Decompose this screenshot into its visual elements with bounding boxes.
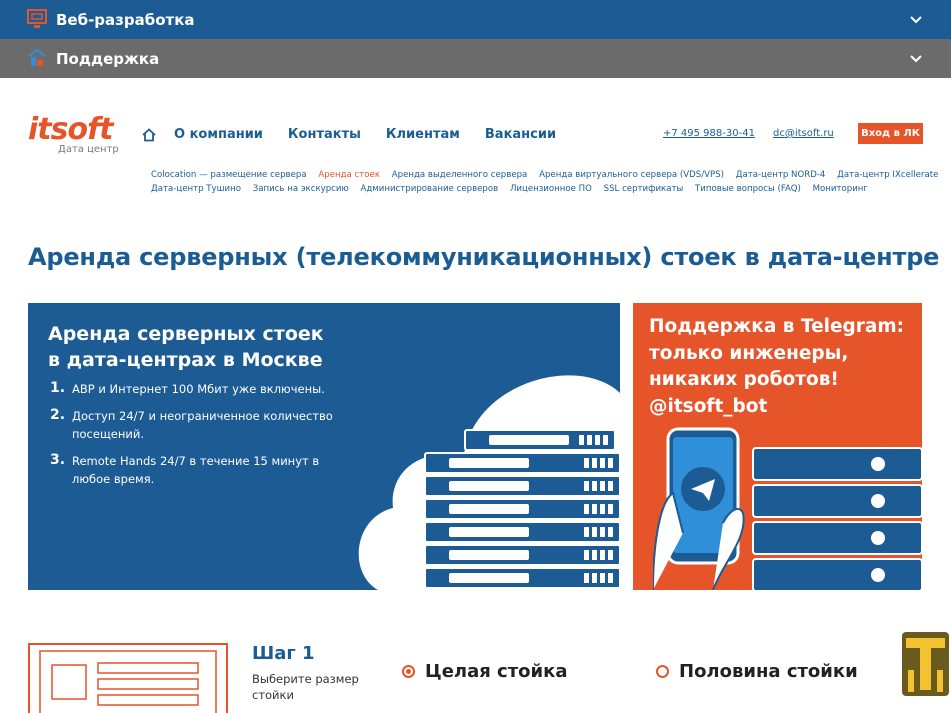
support-icon — [28, 48, 46, 66]
server-led — [608, 458, 613, 468]
server-drive-bay — [449, 573, 529, 583]
server-led — [584, 527, 589, 537]
subnav-monitoring[interactable]: Мониторинг — [813, 184, 868, 194]
subnav-tour[interactable]: Запись на экскурсию — [253, 184, 349, 194]
promo-heading: Аренда серверных стоек в дата-центрах в … — [48, 323, 324, 371]
server-led — [608, 504, 613, 514]
phone-link[interactable]: +7 495 988-30-41 — [663, 128, 755, 139]
chevron-down-icon[interactable] — [908, 51, 924, 67]
nav-contacts[interactable]: Контакты — [288, 127, 361, 142]
server-drive-bay — [449, 550, 529, 560]
phone-illustration — [653, 427, 922, 590]
server-led — [608, 527, 613, 537]
server-led — [600, 458, 605, 468]
server-led — [584, 550, 589, 560]
server-led — [600, 481, 605, 491]
logo-subtitle: Дата центр — [58, 144, 119, 155]
server-led — [587, 435, 592, 445]
cloud-server-illustration — [358, 375, 620, 590]
support-bar[interactable]: Поддержка — [0, 39, 951, 78]
server-drive-bay — [489, 435, 569, 445]
server-drive-bay — [449, 504, 529, 514]
telegram-banner[interactable]: Поддержка в Telegram: только инженеры, н… — [633, 303, 922, 590]
server-led — [584, 504, 589, 514]
subnav-dedicated[interactable]: Аренда выделенного сервера — [392, 170, 528, 180]
promo-list: 1. АВР и Интернет 100 Мбит уже включены. … — [50, 380, 340, 497]
list-item: 3. Remote Hands 24/7 в течение 15 минут в… — [50, 452, 320, 486]
web-dev-label: Веб-разработка — [56, 10, 195, 29]
page-title: Аренда серверных (телекоммуникационных) … — [28, 243, 940, 271]
server-led — [600, 527, 605, 537]
nav-vacancies[interactable]: Вакансии — [485, 127, 556, 142]
subnav-admin[interactable]: Администрирование серверов — [360, 184, 498, 194]
subnav-tushino[interactable]: Дата-центр Тушино — [151, 184, 241, 194]
server-led — [592, 458, 597, 468]
nav-about[interactable]: О компании — [174, 127, 263, 142]
whtop-watermark-logo — [902, 632, 949, 696]
server-led — [584, 458, 589, 468]
rack-outline-illustration — [28, 643, 228, 713]
subnav-row-2: Дата-центр Тушино Запись на экскурсию Ад… — [151, 184, 877, 194]
server-led — [608, 573, 613, 583]
subnav-faq[interactable]: Типовые вопросы (FAQ) — [695, 184, 801, 194]
server-led — [595, 435, 600, 445]
radio-button-selected[interactable] — [402, 665, 415, 678]
chevron-down-icon[interactable] — [908, 12, 924, 28]
server-led — [592, 527, 597, 537]
rack-promo-banner[interactable]: Аренда серверных стоек в дата-центрах в … — [28, 303, 620, 590]
list-item: 1. АВР и Интернет 100 Мбит уже включены. — [50, 380, 325, 396]
server-led — [592, 481, 597, 491]
list-item: 2. Доступ 24/7 и неограниченное количеств… — [50, 407, 333, 441]
email-link[interactable]: dc@itsoft.ru — [773, 128, 834, 139]
telegram-heading: Поддержка в Telegram: только инженеры, н… — [649, 316, 905, 417]
subnav-rack-rental[interactable]: Аренда стоек — [318, 170, 380, 180]
subnav-colocation[interactable]: Colocation — размещение сервера — [151, 170, 307, 180]
subnav-ixcellerate[interactable]: Дата-центр IXcellerate — [837, 170, 938, 180]
server-led — [584, 481, 589, 491]
subnav-ssl[interactable]: SSL сертификаты — [604, 184, 684, 194]
server-led — [608, 481, 613, 491]
nav-clients[interactable]: Клиентам — [386, 127, 460, 142]
login-button[interactable]: Вход в ЛК — [858, 123, 923, 144]
server-led — [600, 550, 605, 560]
server-drive-bay — [449, 527, 529, 537]
logo-text: itsoft — [28, 112, 113, 147]
support-label: Поддержка — [56, 49, 160, 68]
server-drive-bay — [449, 458, 529, 468]
subnav-nord4[interactable]: Дата-центр NORD-4 — [736, 170, 826, 180]
monitor-icon — [27, 9, 47, 28]
radio-button[interactable] — [656, 665, 669, 678]
server-led — [600, 573, 605, 583]
subnav-license[interactable]: Лицензионное ПО — [510, 184, 592, 194]
server-led — [592, 573, 597, 583]
main-nav: О компании Контакты Клиентам Вакансии — [142, 127, 581, 142]
server-led — [592, 504, 597, 514]
step-title: Шаг 1 — [252, 643, 315, 664]
itsoft-logo[interactable]: itsoft Дата центр — [28, 112, 119, 155]
step-subtitle: Выберите размер стойки — [252, 672, 359, 702]
server-led — [579, 435, 584, 445]
server-led — [584, 573, 589, 583]
server-drive-bay — [449, 481, 529, 491]
server-led — [608, 550, 613, 560]
subnav-row-1: Colocation — размещение сервера Аренда с… — [151, 170, 947, 180]
server-led — [603, 435, 608, 445]
subnav-vds[interactable]: Аренда виртуального сервера (VDS/VPS) — [539, 170, 724, 180]
option-full-rack[interactable]: Целая стойка — [402, 661, 568, 682]
server-led — [600, 504, 605, 514]
option-half-rack[interactable]: Половина стойки — [656, 661, 858, 682]
web-dev-bar[interactable]: Веб-разработка — [0, 0, 951, 39]
server-led — [592, 550, 597, 560]
home-icon[interactable] — [142, 127, 156, 142]
